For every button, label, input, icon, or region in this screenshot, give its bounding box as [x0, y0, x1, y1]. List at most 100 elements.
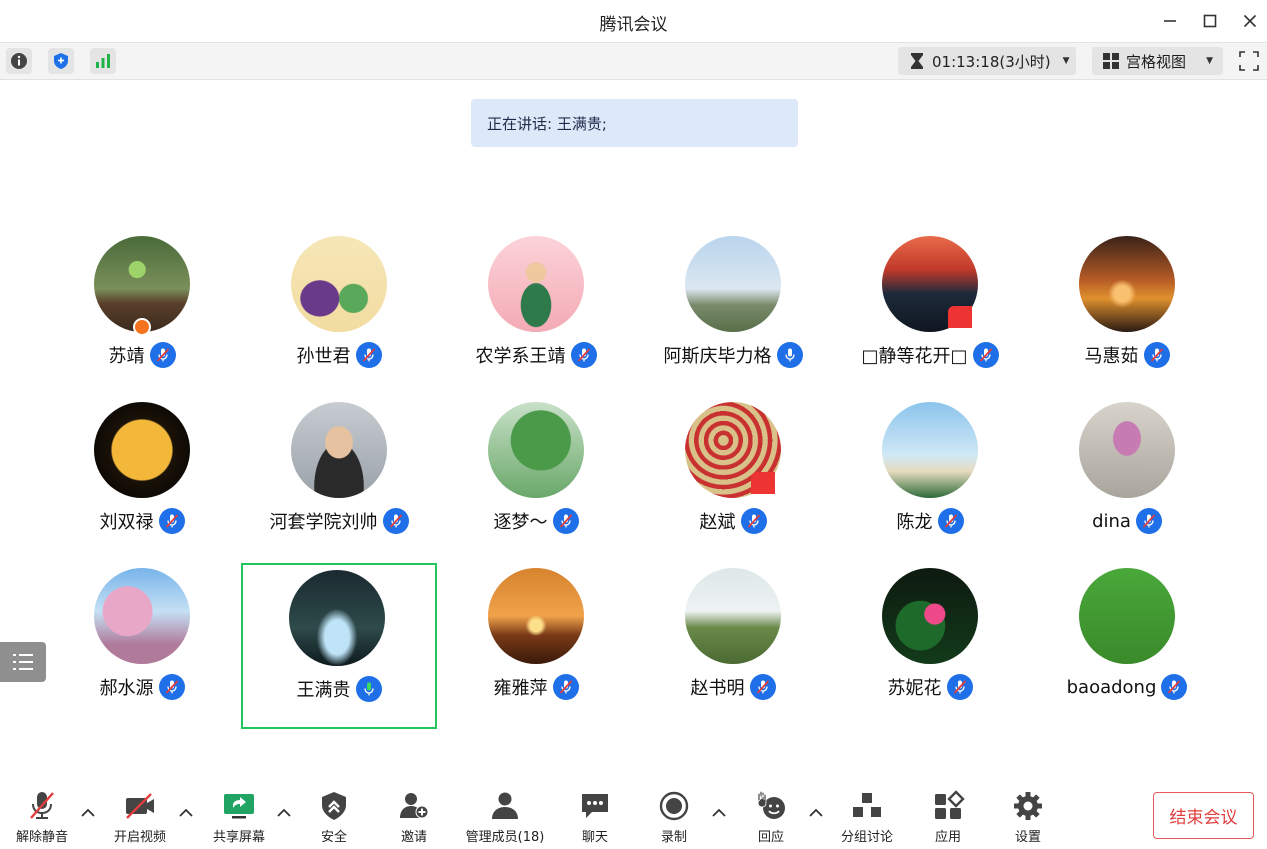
- participant-mic-status: [149, 342, 176, 368]
- audio-options-chevron-icon[interactable]: [80, 806, 96, 818]
- unmute-button[interactable]: 解除静音: [0, 790, 87, 845]
- participant-tile[interactable]: baoadong: [1029, 568, 1225, 734]
- manage-members-label: 管理成员(18): [465, 830, 545, 845]
- participant-name-row: □静等花开□: [832, 342, 1028, 368]
- fullscreen-button[interactable]: [1236, 48, 1262, 74]
- meeting-timer[interactable]: 01:13:18(3小时) ▼: [898, 47, 1076, 75]
- reactions-button[interactable]: 回应: [726, 790, 816, 845]
- participant-name: dina: [1092, 510, 1131, 532]
- view-mode-select[interactable]: 宫格视图 ▼: [1092, 47, 1223, 75]
- apps-button[interactable]: 应用: [903, 790, 993, 845]
- record-options-chevron-icon[interactable]: [711, 806, 727, 818]
- participant-tile[interactable]: 阿斯庆毕力格: [635, 236, 831, 402]
- start-video-label: 开启视频: [113, 830, 166, 845]
- participant-tile[interactable]: 苏妮花: [832, 568, 1028, 734]
- participant-name-row: 苏靖: [44, 342, 240, 368]
- participant-name: 阿斯庆毕力格: [663, 346, 772, 367]
- participant-tile[interactable]: 苏靖: [44, 236, 240, 402]
- participant-name-row: 王满贵: [243, 676, 435, 702]
- chevron-down-icon: ▼: [1062, 56, 1070, 66]
- invite-button[interactable]: 邀请: [369, 790, 459, 845]
- participant-tile[interactable]: 农学系王靖: [438, 236, 634, 402]
- participant-mic-status: [158, 508, 185, 534]
- security-button[interactable]: 安全: [289, 790, 379, 845]
- settings-button[interactable]: 设置: [983, 790, 1073, 845]
- participant-list-toggle[interactable]: [0, 642, 46, 682]
- security-label: 安全: [320, 830, 347, 845]
- participant-tile[interactable]: 孙世君: [241, 236, 437, 402]
- participant-name-row: 刘双禄: [44, 508, 240, 534]
- participant-tile[interactable]: 逐梦～: [438, 402, 634, 568]
- gear-icon: [1014, 792, 1042, 820]
- avatar: [882, 568, 978, 664]
- participant-tile[interactable]: □静等花开□: [832, 236, 1028, 402]
- participant-tile[interactable]: 赵斌: [635, 402, 831, 568]
- avatar: [488, 236, 584, 332]
- chat-button[interactable]: 聊天: [550, 790, 640, 845]
- speaking-text: 正在讲话: 王满贵;: [487, 114, 607, 133]
- participant-tile[interactable]: 赵书明: [635, 568, 831, 734]
- participant-tile[interactable]: 马惠茹: [1029, 236, 1225, 402]
- participant-name: 逐梦～: [493, 512, 548, 533]
- manage-members-button[interactable]: 管理成员(18): [460, 790, 550, 845]
- mic-muted-icon: [1142, 514, 1156, 528]
- participant-tile[interactable]: 王满贵: [241, 563, 437, 729]
- participant-name: 河套学院刘帅: [269, 512, 378, 533]
- avatar: [1079, 568, 1175, 664]
- mic-muted-icon: [1150, 348, 1163, 362]
- participant-tile[interactable]: 陈龙: [832, 402, 1028, 568]
- end-meeting-button[interactable]: 结束会议: [1153, 792, 1254, 839]
- close-icon: [1243, 14, 1257, 28]
- participant-name: 苏妮花: [887, 678, 942, 699]
- start-video-button[interactable]: 开启视频: [95, 790, 185, 845]
- participant-name: 马惠茹: [1084, 346, 1139, 367]
- participant-name-row: 逐梦～: [438, 508, 634, 534]
- settings-label: 设置: [1014, 830, 1041, 845]
- mic-muted-icon: [362, 348, 375, 362]
- avatar: [1079, 402, 1175, 498]
- security-status-button[interactable]: [48, 48, 74, 74]
- participant-mic-status: [382, 508, 409, 534]
- participant-mic-status: [776, 342, 803, 368]
- participant-name-row: 赵斌: [635, 508, 831, 534]
- avatar: [488, 402, 584, 498]
- participant-mic-status: [355, 676, 382, 702]
- maximize-button[interactable]: [1196, 8, 1224, 34]
- breakout-icon: [853, 793, 881, 817]
- minimize-button[interactable]: [1156, 8, 1184, 34]
- camera-off-icon: [126, 793, 154, 819]
- participant-name: 孙世君: [296, 346, 351, 367]
- meeting-info-button[interactable]: [6, 48, 32, 74]
- mic-muted-icon: [953, 680, 966, 694]
- participant-mic-status: [1135, 508, 1162, 534]
- participant-mic-status: [937, 508, 964, 534]
- avatar: [685, 568, 781, 664]
- share-screen-label: 共享屏幕: [212, 830, 265, 845]
- host-icon: [133, 318, 151, 336]
- participant-tile[interactable]: 河套学院刘帅: [241, 402, 437, 568]
- participant-name: □静等花开□: [861, 346, 968, 367]
- video-options-chevron-icon[interactable]: [178, 806, 194, 818]
- shield-icon: [322, 792, 346, 820]
- participant-mic-status: [552, 508, 579, 534]
- breakout-rooms-button[interactable]: 分组讨论: [822, 790, 912, 845]
- mic-muted-icon: [1168, 680, 1181, 694]
- mic-muted-icon: [577, 348, 590, 362]
- participant-tile[interactable]: dina: [1029, 402, 1225, 568]
- flag-icon: [751, 472, 775, 494]
- participant-name: 王满贵: [296, 680, 351, 701]
- avatar: [291, 402, 387, 498]
- participant-name-row: baoadong: [1029, 674, 1225, 700]
- participant-tile[interactable]: 刘双禄: [44, 402, 240, 568]
- record-button[interactable]: 录制: [629, 790, 719, 845]
- info-icon: [11, 53, 27, 69]
- participant-tile[interactable]: 郝水源: [44, 568, 240, 734]
- participant-name-row: 阿斯庆毕力格: [635, 342, 831, 368]
- share-screen-button[interactable]: 共享屏幕: [194, 790, 284, 845]
- close-button[interactable]: [1236, 8, 1264, 34]
- participant-tile[interactable]: 雍雅萍: [438, 568, 634, 734]
- mic-muted-icon: [165, 680, 178, 694]
- network-status-button[interactable]: [90, 48, 116, 74]
- chevron-down-icon: ▼: [1206, 56, 1213, 66]
- shield-icon: [54, 53, 68, 69]
